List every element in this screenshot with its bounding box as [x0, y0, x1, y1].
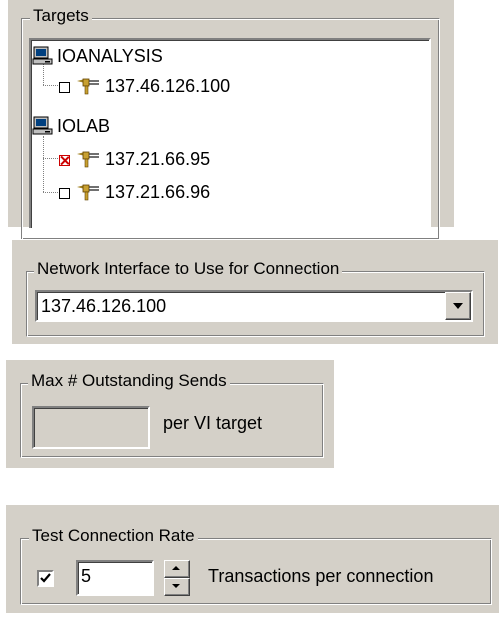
- host-label: IOLAB: [57, 116, 111, 136]
- transactions-input[interactable]: 5: [76, 560, 154, 596]
- transactions-unit-label: Transactions per connection: [208, 566, 434, 586]
- address-label: 137.46.126.100: [105, 76, 231, 96]
- network-plug-icon: [77, 78, 99, 95]
- test-connection-checkbox[interactable]: [37, 570, 54, 587]
- checkmark-icon: [40, 573, 51, 583]
- host-label: IOANALYSIS: [57, 46, 163, 66]
- network-plug-icon: [77, 184, 99, 201]
- max-outstanding-unit-label: per VI target: [163, 413, 263, 433]
- max-outstanding-input[interactable]: [32, 406, 150, 449]
- dropdown-button[interactable]: [445, 292, 471, 320]
- targets-legend: Targets: [30, 6, 92, 26]
- tree-item-host[interactable]: IOANALYSIS: [31, 44, 231, 68]
- network-plug-icon: [77, 151, 99, 168]
- network-interface-legend: Network Interface to Use for Connection: [34, 259, 343, 279]
- computer-icon: [32, 46, 53, 65]
- test-connection-legend: Test Connection Rate: [29, 526, 198, 546]
- arrow-up-icon: [172, 566, 180, 570]
- tree-item-host[interactable]: IOLAB: [31, 114, 231, 138]
- address-checkbox[interactable]: [59, 82, 70, 93]
- network-interface-value: 137.46.126.100: [41, 296, 167, 316]
- network-interface-select[interactable]: 137.46.126.100: [35, 290, 473, 322]
- address-checkbox[interactable]: [59, 155, 70, 166]
- targets-tree[interactable]: IOANALYSIS 137.46.126.100 IOLAB 137.21.6…: [29, 38, 431, 228]
- arrow-down-icon: [172, 584, 180, 588]
- chevron-down-icon: [453, 303, 463, 309]
- address-label: 137.21.66.96: [105, 182, 211, 202]
- transactions-value: 5: [81, 566, 92, 586]
- address-checkbox[interactable]: [59, 188, 70, 199]
- max-outstanding-legend: Max # Outstanding Sends: [28, 371, 230, 391]
- spinner-down-button[interactable]: [164, 578, 190, 596]
- computer-icon: [32, 116, 53, 135]
- tree-item-address[interactable]: 137.21.66.95: [31, 147, 351, 171]
- spinner-up-button[interactable]: [164, 560, 190, 578]
- address-label: 137.21.66.95: [105, 149, 211, 169]
- tree-item-address[interactable]: 137.21.66.96: [31, 180, 351, 204]
- tree-item-address[interactable]: 137.46.126.100: [31, 74, 351, 98]
